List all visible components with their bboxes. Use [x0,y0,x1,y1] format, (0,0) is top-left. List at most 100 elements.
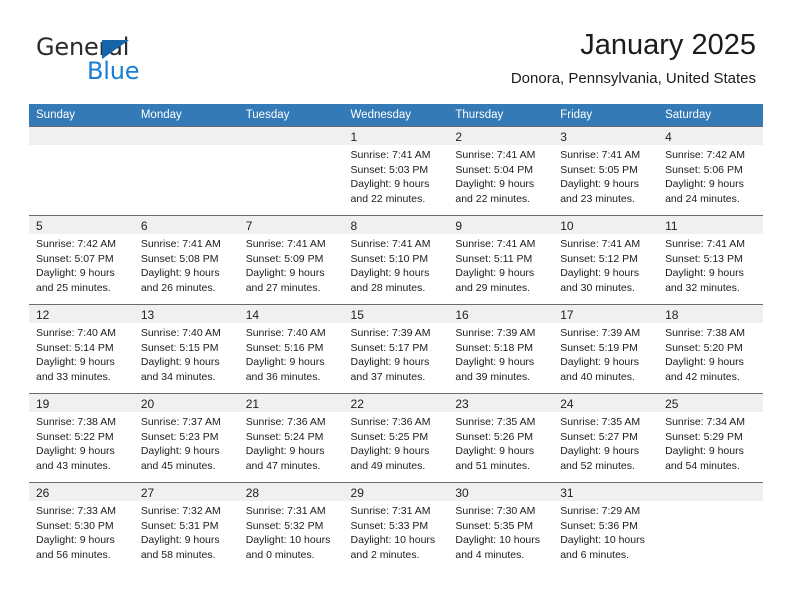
day-number-band: 3 [553,127,659,145]
day-number: 14 [245,308,260,322]
weekday-header-saturday: Saturday [658,104,763,127]
day-details: Sunrise: 7:34 AM Sunset: 5:29 PM Daylight:… [658,412,763,473]
day-number-band: 7 [238,216,344,234]
day-number-band [29,127,134,145]
calendar-day-cell[interactable]: 5 Sunrise: 7:42 AM Sunset: 5:07 PM Daylight… [29,215,134,305]
calendar-day-cell[interactable]: 3 Sunrise: 7:41 AM Sunset: 5:05 PM Daylight… [553,126,659,216]
calendar-day-cell[interactable]: 10 Sunrise: 7:41 AM Sunset: 5:12 PM Dayligh… [553,215,659,305]
sunrise-line: Sunrise: 7:39 AM [560,327,641,339]
calendar-day-cell[interactable]: 28 Sunrise: 7:31 AM Sunset: 5:32 PM Dayligh… [238,482,344,571]
sunset-line: Sunset: 5:26 PM [455,430,534,443]
sunrise-line: Sunrise: 7:29 AM [560,505,641,517]
weekday-header-wednesday: Wednesday [343,104,449,127]
daylight-line-2: and 23 minutes. [560,192,635,205]
calendar-day-cell[interactable]: 7 Sunrise: 7:41 AM Sunset: 5:09 PM Daylight… [238,215,344,305]
sunrise-line: Sunrise: 7:39 AM [350,327,431,339]
calendar-day-cell[interactable]: 15 Sunrise: 7:39 AM Sunset: 5:17 PM Dayligh… [343,304,449,394]
daylight-line-2: and 45 minutes. [140,459,216,472]
calendar-day-cell[interactable]: 2 Sunrise: 7:41 AM Sunset: 5:04 PM Daylight… [448,126,554,216]
sunrise-line: Sunrise: 7:41 AM [350,238,431,250]
sunrise-line: Sunrise: 7:41 AM [350,149,431,161]
day-details: Sunrise: 7:36 AM Sunset: 5:24 PM Daylight:… [239,412,344,473]
sunset-line: Sunset: 5:24 PM [245,430,324,443]
calendar-empty-cell [133,126,239,216]
day-number: 21 [245,397,260,411]
calendar-day-cell[interactable]: 11 Sunrise: 7:41 AM Sunset: 5:13 PM Dayligh… [658,215,763,305]
day-details: Sunrise: 7:35 AM Sunset: 5:26 PM Daylight:… [448,412,553,473]
day-cell-inner: 24 Sunrise: 7:35 AM Sunset: 5:27 PM Dayligh… [553,394,659,482]
calendar-day-cell[interactable]: 23 Sunrise: 7:35 AM Sunset: 5:26 PM Dayligh… [448,393,554,483]
day-number-band: 26 [29,483,134,501]
calendar-day-cell[interactable]: 6 Sunrise: 7:41 AM Sunset: 5:08 PM Daylight… [133,215,239,305]
day-details: Sunrise: 7:39 AM Sunset: 5:19 PM Daylight:… [553,323,658,384]
calendar-day-cell[interactable]: 17 Sunrise: 7:39 AM Sunset: 5:19 PM Dayligh… [553,304,659,394]
calendar-day-cell[interactable]: 14 Sunrise: 7:40 AM Sunset: 5:16 PM Dayligh… [238,304,344,394]
calendar-day-cell[interactable]: 19 Sunrise: 7:38 AM Sunset: 5:22 PM Dayligh… [29,393,134,483]
calendar-day-cell[interactable]: 12 Sunrise: 7:40 AM Sunset: 5:14 PM Dayligh… [29,304,134,394]
calendar-day-cell[interactable]: 8 Sunrise: 7:41 AM Sunset: 5:10 PM Daylight… [343,215,449,305]
calendar-day-cell[interactable]: 13 Sunrise: 7:40 AM Sunset: 5:15 PM Dayligh… [133,304,239,394]
day-number: 23 [455,397,469,411]
daylight-line-2: and 52 minutes. [560,459,635,472]
sunrise-line: Sunrise: 7:35 AM [560,416,641,428]
day-number: 5 [36,219,43,233]
daylight-line-2: and 6 minutes. [560,548,630,561]
daylight-line-1: Daylight: 10 hours [560,534,645,546]
day-cell-inner: 17 Sunrise: 7:39 AM Sunset: 5:19 PM Dayligh… [553,305,659,393]
calendar-day-cell[interactable]: 24 Sunrise: 7:35 AM Sunset: 5:27 PM Dayligh… [553,393,659,483]
daylight-line-1: Daylight: 9 hours [560,178,640,190]
weekday-header-monday: Monday [133,104,239,127]
day-number-band: 13 [133,305,239,323]
calendar-day-cell[interactable]: 25 Sunrise: 7:34 AM Sunset: 5:29 PM Dayligh… [658,393,763,483]
day-number: 28 [245,486,260,500]
day-number-band: 25 [658,394,763,412]
calendar-week-row: 5 Sunrise: 7:42 AM Sunset: 5:07 PM Daylight… [29,215,763,305]
sunrise-line: Sunrise: 7:31 AM [245,505,326,517]
calendar-body: 1 Sunrise: 7:41 AM Sunset: 5:03 PM Daylight… [29,126,763,571]
day-number: 24 [560,397,574,411]
day-cell-inner [133,127,239,215]
calendar-day-cell[interactable]: 20 Sunrise: 7:37 AM Sunset: 5:23 PM Dayligh… [133,393,239,483]
day-details: Sunrise: 7:29 AM Sunset: 5:36 PM Daylight:… [553,501,658,562]
daylight-line-2: and 26 minutes. [140,281,216,294]
calendar-day-cell[interactable]: 16 Sunrise: 7:39 AM Sunset: 5:18 PM Dayligh… [448,304,554,394]
day-details: Sunrise: 7:41 AM Sunset: 5:08 PM Daylight:… [134,234,239,295]
calendar-day-cell[interactable]: 21 Sunrise: 7:36 AM Sunset: 5:24 PM Dayligh… [238,393,344,483]
daylight-line-1: Daylight: 9 hours [455,178,535,190]
daylight-line-2: and 36 minutes. [245,370,321,383]
calendar-day-cell[interactable]: 22 Sunrise: 7:36 AM Sunset: 5:25 PM Dayligh… [343,393,449,483]
generalblue-logo[interactable]: General Blue [36,33,216,85]
day-cell-inner: 8 Sunrise: 7:41 AM Sunset: 5:10 PM Daylight… [343,216,449,304]
day-details: Sunrise: 7:36 AM Sunset: 5:25 PM Daylight:… [344,412,449,473]
calendar-day-cell[interactable]: 26 Sunrise: 7:33 AM Sunset: 5:30 PM Dayligh… [29,482,134,571]
calendar-day-cell[interactable]: 4 Sunrise: 7:42 AM Sunset: 5:06 PM Daylight… [658,126,763,216]
weekday-header-row: Sunday Monday Tuesday Wednesday Thursday… [29,104,763,127]
calendar-day-cell[interactable]: 31 Sunrise: 7:29 AM Sunset: 5:36 PM Dayligh… [553,482,659,571]
calendar-day-cell[interactable]: 27 Sunrise: 7:32 AM Sunset: 5:31 PM Dayligh… [133,482,239,571]
calendar-week-row: 1 Sunrise: 7:41 AM Sunset: 5:03 PM Daylight… [29,126,763,216]
sunrise-line: Sunrise: 7:41 AM [665,238,746,250]
calendar-day-cell[interactable]: 30 Sunrise: 7:30 AM Sunset: 5:35 PM Dayligh… [448,482,554,571]
day-number: 3 [560,130,567,144]
calendar-day-cell[interactable]: 18 Sunrise: 7:38 AM Sunset: 5:20 PM Dayligh… [658,304,763,394]
daylight-line-2: and 51 minutes. [455,459,531,472]
day-details: Sunrise: 7:40 AM Sunset: 5:15 PM Daylight:… [134,323,239,384]
sunrise-line: Sunrise: 7:34 AM [665,416,746,428]
day-details: Sunrise: 7:39 AM Sunset: 5:17 PM Daylight:… [344,323,449,384]
day-cell-inner: 27 Sunrise: 7:32 AM Sunset: 5:31 PM Dayligh… [133,483,239,571]
daylight-line-1: Daylight: 9 hours [140,267,220,279]
day-details: Sunrise: 7:30 AM Sunset: 5:35 PM Daylight:… [448,501,553,562]
day-cell-inner: 11 Sunrise: 7:41 AM Sunset: 5:13 PM Dayligh… [658,216,763,304]
day-details [29,145,134,148]
sunset-line: Sunset: 5:15 PM [140,341,219,354]
day-details: Sunrise: 7:31 AM Sunset: 5:32 PM Daylight:… [239,501,344,562]
daylight-line-2: and 49 minutes. [350,459,426,472]
calendar-day-cell[interactable]: 29 Sunrise: 7:31 AM Sunset: 5:33 PM Dayligh… [343,482,449,571]
calendar-day-cell[interactable]: 1 Sunrise: 7:41 AM Sunset: 5:03 PM Daylight… [343,126,449,216]
day-number-band: 27 [133,483,239,501]
daylight-line-2: and 56 minutes. [36,548,111,561]
day-cell-inner: 4 Sunrise: 7:42 AM Sunset: 5:06 PM Daylight… [658,127,763,215]
daylight-line-2: and 43 minutes. [36,459,111,472]
day-number-band: 31 [553,483,659,501]
calendar-day-cell[interactable]: 9 Sunrise: 7:41 AM Sunset: 5:11 PM Daylight… [448,215,554,305]
